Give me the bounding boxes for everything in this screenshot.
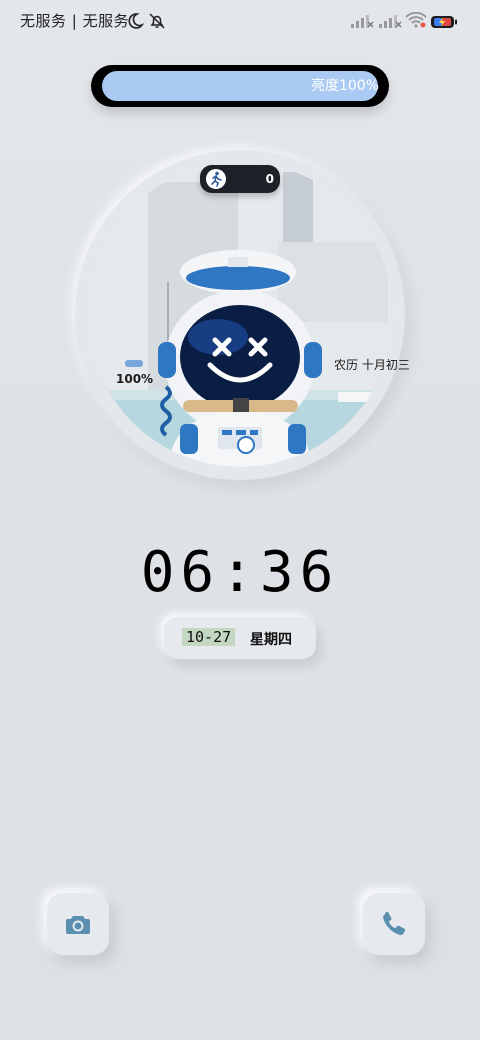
- widget-battery-bar: [125, 360, 143, 367]
- bell-off-icon: [148, 12, 166, 34]
- signal-no-service-icon: [350, 13, 374, 33]
- carrier-text: 无服务 | 无服务: [20, 12, 130, 30]
- date-month-day: 10-27: [182, 628, 236, 646]
- brightness-slider[interactable]: 亮度100%: [91, 65, 389, 107]
- phone-button[interactable]: [363, 893, 425, 955]
- steps-counter: 0: [200, 165, 280, 193]
- status-bar: 无服务 | 无服务: [0, 0, 480, 42]
- signal-no-service-icon: [378, 13, 402, 33]
- lunar-date: 农历 十月初三: [334, 358, 410, 372]
- moon-icon: [126, 12, 145, 34]
- widget-battery-percent: 100%: [116, 372, 154, 386]
- date-weekday: 星期四: [250, 632, 292, 648]
- camera-icon: [66, 916, 90, 934]
- camera-button[interactable]: [47, 893, 109, 955]
- astronaut-illustration: [88, 162, 393, 467]
- wifi-icon: [405, 11, 427, 32]
- steps-count: 0: [265, 172, 274, 186]
- date-pill: 10-27 星期四: [164, 617, 316, 659]
- running-person-icon: [206, 169, 226, 189]
- phone-icon: [383, 911, 406, 936]
- brightness-label: 亮度100%: [310, 78, 379, 94]
- lockscreen-clock: 06:36: [140, 540, 340, 605]
- battery-charging-icon: [430, 14, 458, 33]
- astronaut-widget[interactable]: [88, 162, 393, 467]
